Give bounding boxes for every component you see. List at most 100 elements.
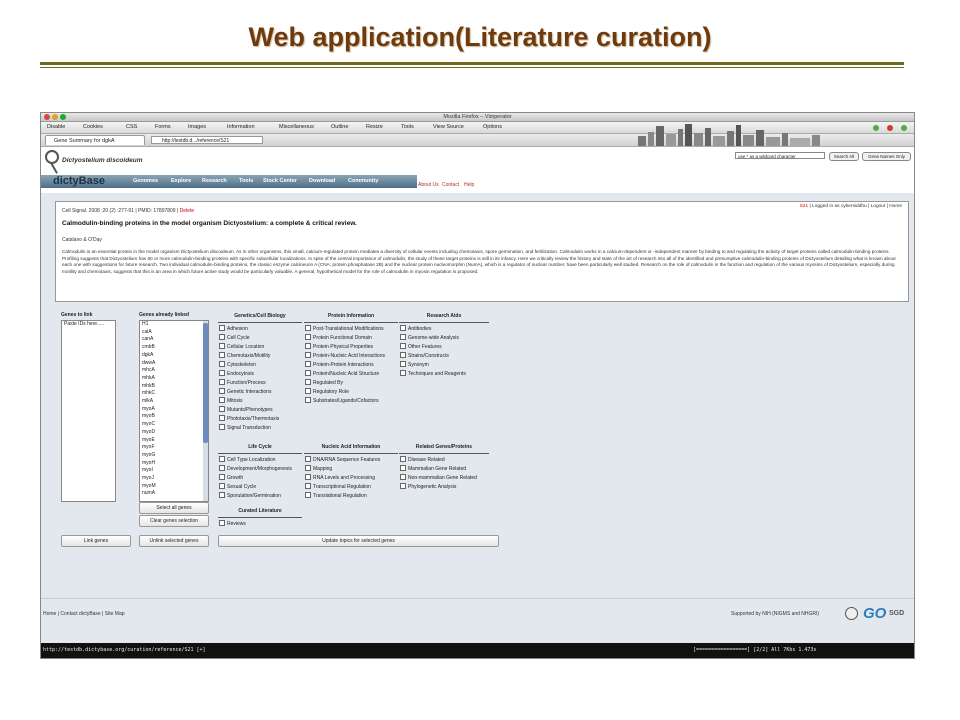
site-search-input[interactable]: use * as a wildcard character	[735, 152, 825, 159]
list-item[interactable]: myoC	[142, 421, 208, 429]
select-all-genes-button[interactable]: Select all genes	[139, 502, 209, 514]
toolbar-disable[interactable]: Disable	[47, 124, 65, 130]
topic-checkbox[interactable]: Disease Related	[400, 456, 445, 463]
list-item[interactable]: myoB	[142, 413, 208, 421]
unlink-selected-genes-button[interactable]: Unlink selected genes	[139, 535, 209, 547]
topic-checkbox[interactable]: Non-mammalian Gene Related	[400, 474, 477, 481]
toolbar-resize[interactable]: Resize	[366, 124, 383, 130]
topic-checkbox[interactable]: Other Features	[400, 343, 442, 350]
list-item[interactable]: calA	[142, 329, 208, 337]
list-item[interactable]: dgkA	[142, 352, 208, 360]
toolbar-view-source[interactable]: View Source	[433, 124, 464, 130]
delete-link[interactable]: Delete	[180, 208, 194, 214]
scrollbar-thumb[interactable]	[203, 323, 208, 443]
toolbar-images[interactable]: Images	[188, 124, 206, 130]
list-item[interactable]: myoF	[142, 444, 208, 452]
list-item[interactable]: myoM	[142, 483, 208, 491]
list-item[interactable]: myoH	[142, 460, 208, 468]
footer-links[interactable]: Home | Contact dictyBase | Site Map	[43, 611, 125, 617]
linked-genes-scrollbar[interactable]	[203, 321, 208, 501]
nav-research[interactable]: Research	[202, 178, 227, 184]
nav-tools[interactable]: Tools	[239, 178, 253, 184]
topic-checkbox[interactable]: Substrates/Ligands/Cofactors	[305, 397, 379, 404]
error-icon[interactable]	[887, 125, 893, 131]
list-item[interactable]: cmbB	[142, 344, 208, 352]
genes-to-link-textarea[interactable]: Paste IDs here.....	[61, 320, 116, 502]
url-bar[interactable]: http://testdb.d.../reference/S21	[151, 136, 263, 144]
list-item[interactable]: myoJ	[142, 475, 208, 483]
topic-checkbox[interactable]: Mitosis	[219, 397, 243, 404]
list-item[interactable]: mhkA	[142, 375, 208, 383]
topic-checkbox[interactable]: Chemotaxis/Motility	[219, 352, 270, 359]
topic-checkbox[interactable]: Phylogenetic Analysis	[400, 483, 456, 490]
topic-checkbox[interactable]: Synonym	[400, 361, 429, 368]
list-item[interactable]: mhkC	[142, 390, 208, 398]
dictybase-logo[interactable]: dictyBase	[53, 175, 105, 188]
gene-names-only-button[interactable]: Gene Names Only	[862, 152, 911, 161]
topic-checkbox[interactable]: Development/Morphogenesis	[219, 465, 292, 472]
topic-checkbox[interactable]: Phototaxis/Thermotaxis	[219, 415, 279, 422]
topic-checkbox[interactable]: Techniques and Reagents	[400, 370, 466, 377]
reference-id-link[interactable]: S21	[800, 204, 809, 209]
valid-icon[interactable]	[901, 125, 907, 131]
update-topics-button[interactable]: Update topics for selected genes	[218, 535, 499, 547]
nav-explore[interactable]: Explore	[171, 178, 191, 184]
toolbar-css[interactable]: CSS	[126, 124, 137, 130]
nav-genomes[interactable]: Genomes	[133, 178, 158, 184]
nav-community[interactable]: Community	[348, 178, 378, 184]
topic-checkbox[interactable]: Function/Process	[219, 379, 266, 386]
topic-checkbox[interactable]: Antibodies	[400, 325, 431, 332]
list-item[interactable]: H1	[142, 321, 208, 329]
topic-checkbox[interactable]: Cell Type Localization	[219, 456, 276, 463]
topic-checkbox[interactable]: Protein Functional Domain	[305, 334, 372, 341]
topic-checkbox[interactable]: Transcriptional Regulation	[305, 483, 371, 490]
topic-checkbox[interactable]: Cell Cycle	[219, 334, 250, 341]
toolbar-tools[interactable]: Tools	[401, 124, 414, 130]
topic-checkbox[interactable]: Genetic Interactions	[219, 388, 271, 395]
toolbar-outline[interactable]: Outline	[331, 124, 348, 130]
toolbar-information[interactable]: Information	[227, 124, 255, 130]
list-item[interactable]: mlkA	[142, 398, 208, 406]
list-item[interactable]: myoD	[142, 429, 208, 437]
topic-checkbox[interactable]: Cellular Location	[219, 343, 264, 350]
topic-checkbox[interactable]: Regulated By	[305, 379, 343, 386]
list-item[interactable]: mhkB	[142, 383, 208, 391]
nav-stock-center[interactable]: Stock Center	[263, 178, 297, 184]
topic-checkbox[interactable]: Signal Transduction	[219, 424, 271, 431]
genes-already-linked-list[interactable]: H1 calA canA cmbB dgkA dwwA mhcA mhkA mh…	[139, 320, 209, 502]
link-help[interactable]: Help	[464, 182, 474, 188]
link-genes-button[interactable]: Link genes	[61, 535, 131, 547]
topic-checkbox[interactable]: Strains/Constructs	[400, 352, 449, 359]
clear-genes-selection-button[interactable]: Clear genes selection	[139, 515, 209, 527]
topic-checkbox[interactable]: Mapping	[305, 465, 332, 472]
topic-checkbox[interactable]: Genome-wide Analysis	[400, 334, 459, 341]
topic-checkbox[interactable]: DNA/RNA Sequence Features	[305, 456, 380, 463]
topic-checkbox[interactable]: Adhesion	[219, 325, 248, 332]
topic-checkbox[interactable]: Mammalian Gene Related	[400, 465, 466, 472]
list-item[interactable]: canA	[142, 336, 208, 344]
topic-checkbox[interactable]: Endocytosis	[219, 370, 254, 377]
list-item[interactable]: myoE	[142, 437, 208, 445]
topic-checkbox[interactable]: Regulatory Role	[305, 388, 349, 395]
list-item[interactable]: myoI	[142, 467, 208, 475]
topic-checkbox[interactable]: RNA Levels and Processing	[305, 474, 375, 481]
toolbar-forms[interactable]: Forms	[155, 124, 171, 130]
topic-checkbox[interactable]: Sexual Cycle	[219, 483, 256, 490]
check-icon[interactable]	[873, 125, 879, 131]
topic-checkbox[interactable]: Mutants/Phenotypes	[219, 406, 273, 413]
topic-checkbox[interactable]: Reviews	[219, 520, 246, 527]
toolbar-options[interactable]: Options	[483, 124, 502, 130]
topic-checkbox[interactable]: Translational Regulation	[305, 492, 367, 499]
link-about-us[interactable]: About Us	[418, 182, 439, 188]
topic-checkbox[interactable]: Protein Physical Properties	[305, 343, 373, 350]
link-contact[interactable]: Contact	[442, 182, 459, 188]
topic-checkbox[interactable]: Sporulation/Germination	[219, 492, 281, 499]
topic-checkbox[interactable]: Cytoskeleton	[219, 361, 256, 368]
toolbar-miscellaneous[interactable]: Miscellaneous	[279, 124, 314, 130]
topic-checkbox[interactable]: Protein-Nucleic Acid Interactions	[305, 352, 385, 359]
list-item[interactable]: numA	[142, 490, 208, 498]
list-item[interactable]: mhcA	[142, 367, 208, 375]
search-all-button[interactable]: Search All	[829, 152, 859, 161]
go-logo[interactable]: GO	[863, 605, 886, 622]
list-item[interactable]: dwwA	[142, 360, 208, 368]
